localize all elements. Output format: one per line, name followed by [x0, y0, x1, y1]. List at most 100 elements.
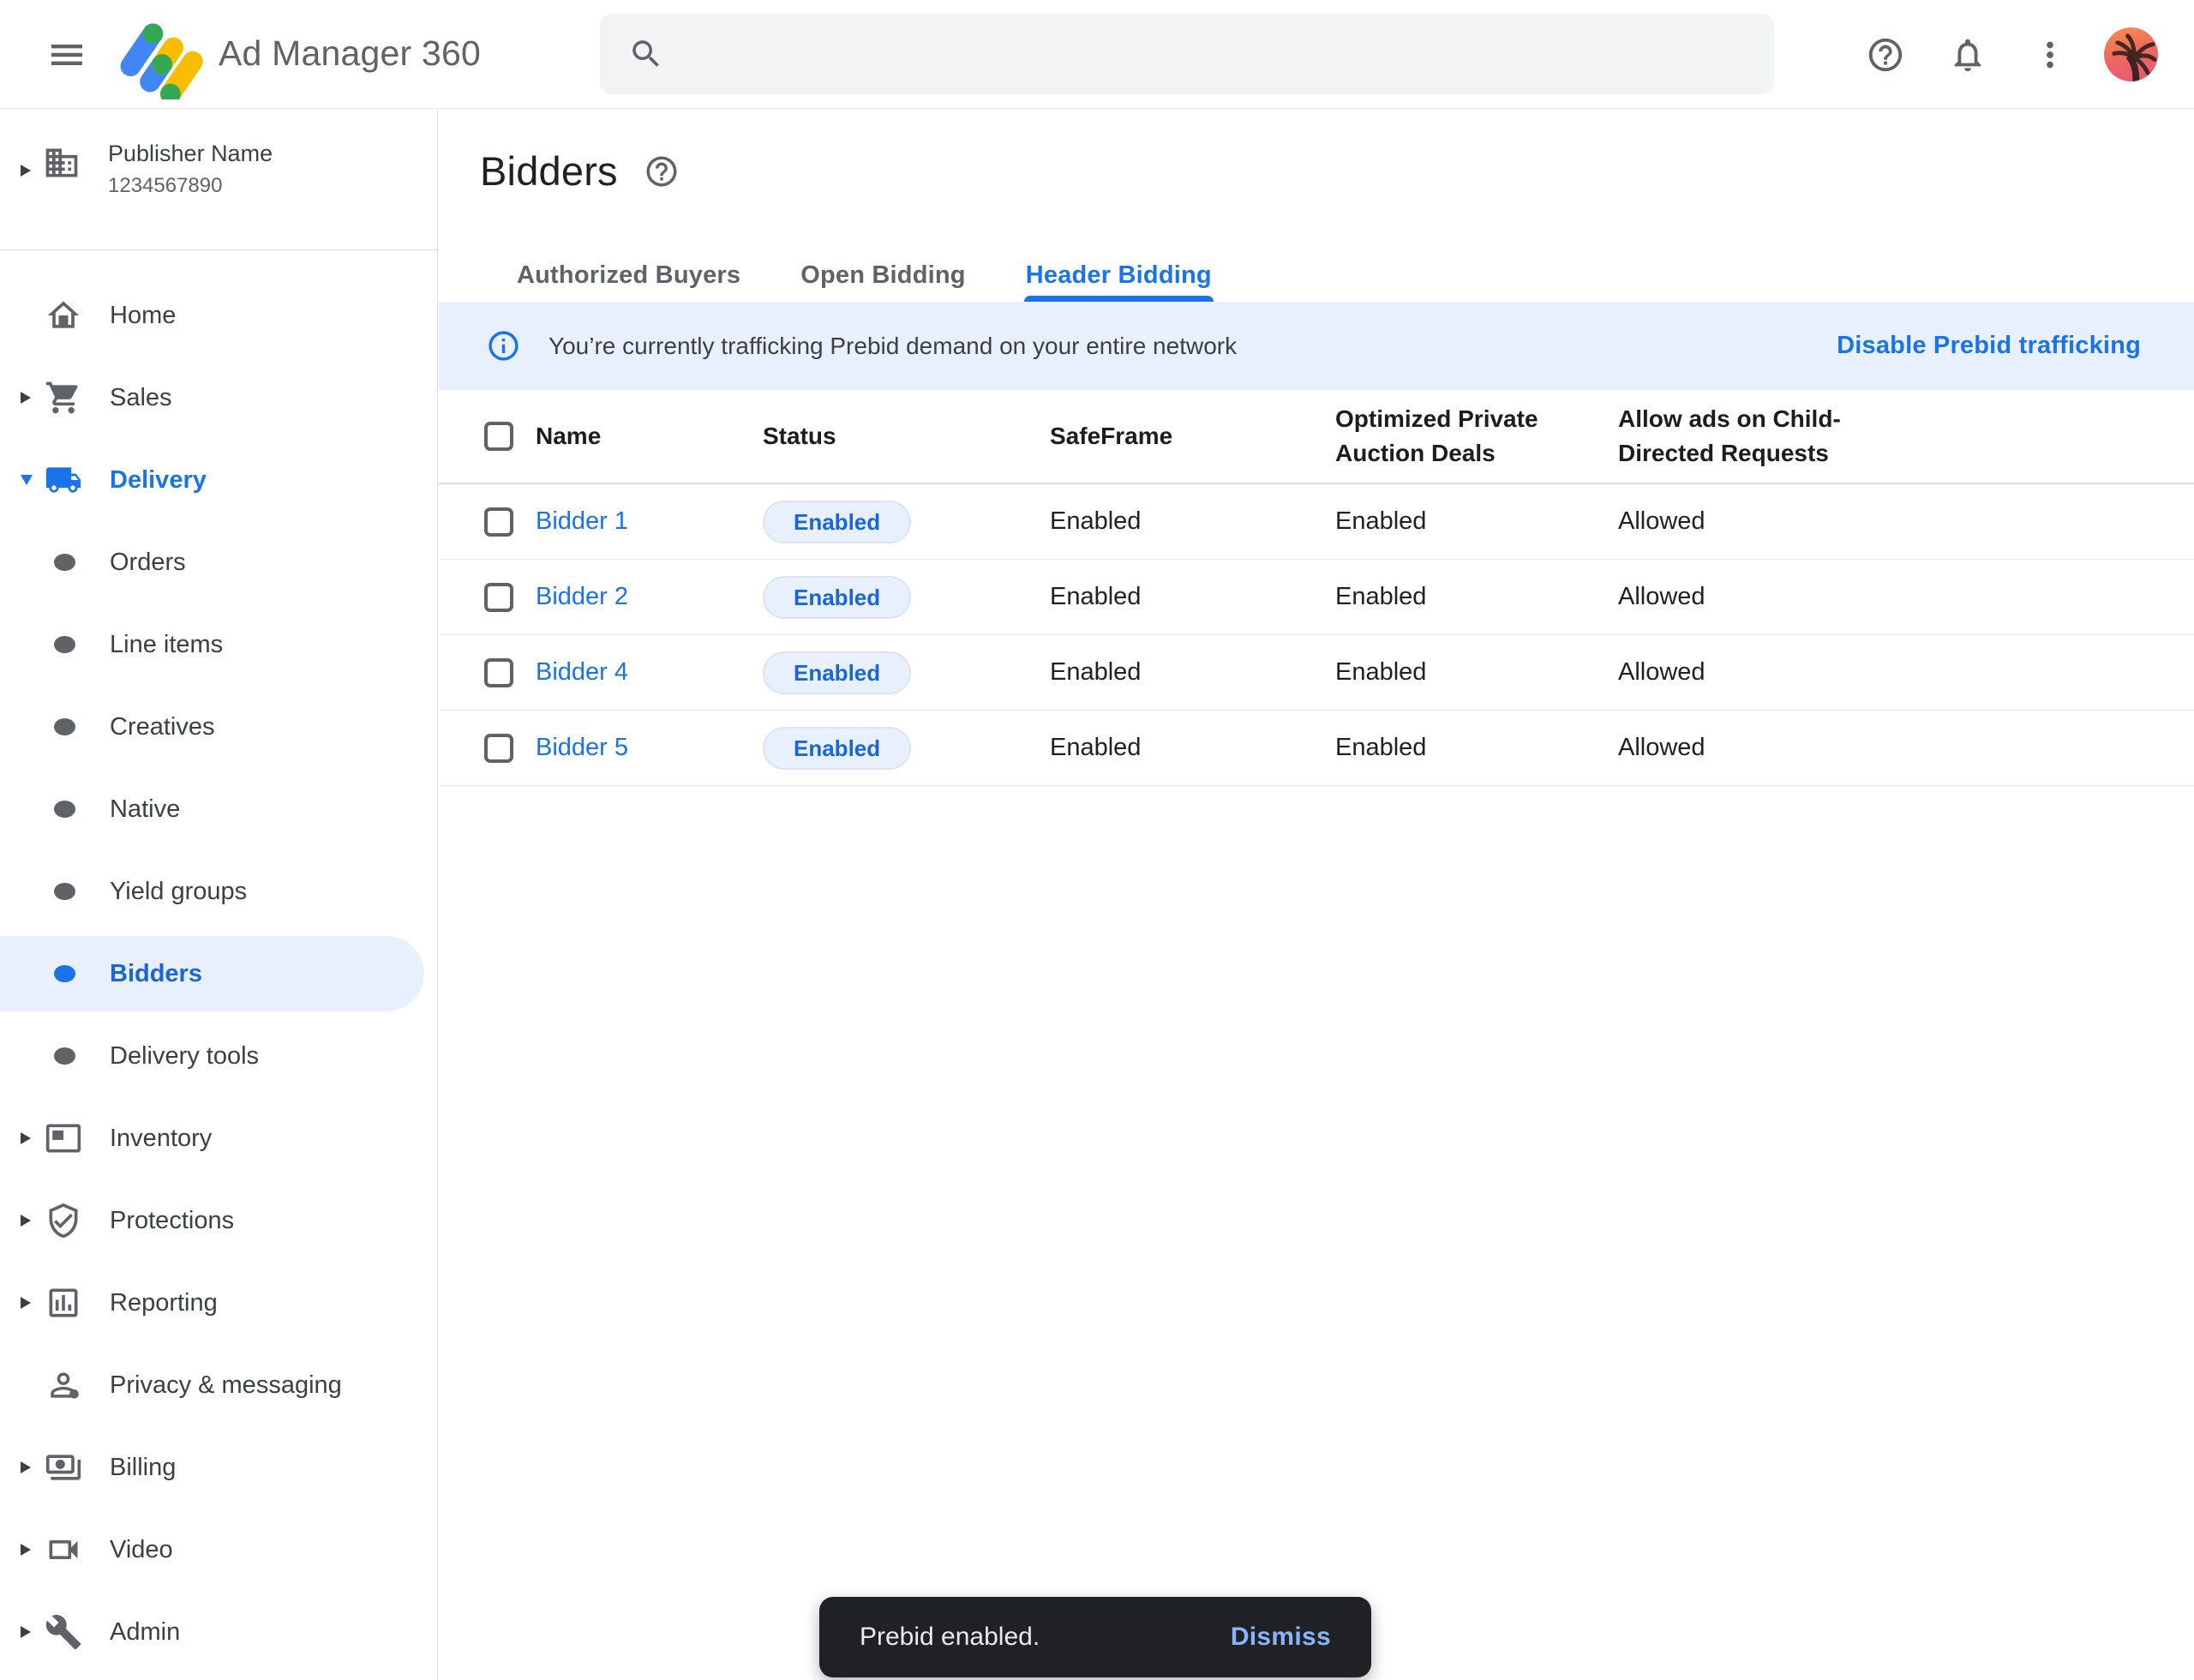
sidebar-item-label: Sales	[110, 384, 172, 412]
sidebar-item-bidders[interactable]: Bidders	[0, 936, 424, 1011]
tab-open-bidding[interactable]: Open Bidding	[799, 249, 968, 302]
sidebar-item-native[interactable]: Native	[0, 768, 437, 850]
tab-authorized-buyers[interactable]: Authorized Buyers	[515, 249, 742, 302]
opad-value: Enabled	[1335, 658, 1618, 687]
opad-value: Enabled	[1335, 734, 1618, 762]
home-icon	[45, 297, 82, 334]
sidebar-item-label: Delivery	[110, 466, 207, 495]
account-avatar[interactable]	[2104, 27, 2158, 81]
child-directed-value: Allowed	[1618, 658, 2194, 687]
building-icon	[43, 144, 81, 182]
sidebar-item-home[interactable]: Home	[0, 274, 437, 357]
select-all-checkbox[interactable]	[484, 422, 513, 451]
sidebar-item-sales[interactable]: Sales	[0, 357, 437, 439]
expand-caret-icon	[21, 1626, 31, 1638]
row-checkbox[interactable]	[484, 583, 513, 612]
expand-caret-icon	[21, 1544, 31, 1556]
sidebar-item-delivery-tools[interactable]: Delivery tools	[0, 1015, 437, 1097]
sidebar-item-admin[interactable]: Admin	[0, 1591, 437, 1673]
search-icon	[628, 36, 664, 72]
more-vert-icon[interactable]	[2030, 35, 2070, 75]
sidebar-item-label: Protections	[110, 1207, 234, 1235]
sidebar-item-creatives[interactable]: Creatives	[0, 686, 437, 768]
bullet-icon	[54, 554, 75, 571]
payments-icon	[45, 1449, 82, 1486]
expand-caret-icon	[21, 165, 31, 177]
dismiss-button[interactable]: Dismiss	[1231, 1623, 1331, 1652]
bidder-link[interactable]: Bidder 5	[536, 734, 628, 761]
sidebar-item-video[interactable]: Video	[0, 1509, 437, 1591]
cart-icon	[45, 379, 82, 417]
table-row: Bidder 1 Enabled Enabled Enabled Allowed	[439, 484, 2194, 560]
bullet-icon	[54, 883, 75, 900]
global-search	[600, 14, 1774, 94]
wrench-icon	[45, 1613, 82, 1651]
app-logo[interactable]: Ad Manager 360	[114, 7, 481, 99]
publisher-switcher[interactable]: Publisher Name 1234567890	[0, 110, 437, 250]
opad-value: Enabled	[1335, 507, 1618, 536]
tab-bar: Authorized Buyers Open Bidding Header Bi…	[515, 249, 1214, 302]
sidebar-item-line-items[interactable]: Line items	[0, 603, 437, 686]
bullet-icon	[54, 801, 75, 818]
bullet-icon	[54, 965, 75, 982]
sidebar-item-delivery[interactable]: Delivery	[0, 439, 437, 521]
sidebar-item-label: Inventory	[110, 1125, 212, 1153]
table-row: Bidder 5 Enabled Enabled Enabled Allowed	[439, 711, 2194, 786]
child-directed-value: Allowed	[1618, 507, 2194, 536]
menu-icon[interactable]	[46, 34, 87, 75]
bidders-table: Name Status SafeFrame Optimized Private …	[439, 390, 2194, 786]
safeframe-value: Enabled	[1050, 507, 1335, 536]
sidebar-item-billing[interactable]: Billing	[0, 1426, 437, 1509]
help-icon[interactable]	[1866, 35, 1905, 75]
expand-caret-icon	[21, 392, 31, 404]
sidebar-item-label: Orders	[110, 549, 186, 577]
sidebar-item-label: Yield groups	[110, 878, 247, 906]
sidebar-item-label: Creatives	[110, 713, 215, 741]
child-directed-value: Allowed	[1618, 734, 2194, 762]
ad-manager-logo-icon	[114, 7, 207, 99]
row-checkbox[interactable]	[484, 658, 513, 687]
sidebar-item-privacy-messaging[interactable]: Privacy & messaging	[0, 1344, 437, 1426]
bullet-icon	[54, 718, 75, 735]
person-badge-icon	[45, 1366, 82, 1404]
search-input[interactable]	[690, 39, 1748, 69]
snackbar-toast: Prebid enabled. Dismiss	[819, 1597, 1371, 1677]
expand-caret-icon	[21, 1215, 31, 1227]
top-app-bar: Ad Manager 360	[0, 0, 2194, 109]
column-header-status: Status	[763, 419, 1050, 453]
disable-prebid-trafficking-link[interactable]: Disable Prebid trafficking	[1837, 332, 2141, 360]
column-header-child-directed: Allow ads on Child-Directed Requests	[1618, 402, 1845, 471]
bidder-link[interactable]: Bidder 4	[536, 658, 628, 686]
sidebar-item-label: Privacy & messaging	[110, 1371, 342, 1400]
sidebar-item-protections[interactable]: Protections	[0, 1179, 437, 1262]
notifications-icon[interactable]	[1948, 35, 1987, 75]
sidebar-item-label: Video	[110, 1536, 173, 1564]
table-row: Bidder 2 Enabled Enabled Enabled Allowed	[439, 560, 2194, 635]
status-badge: Enabled	[763, 651, 911, 694]
shield-check-icon	[45, 1202, 82, 1239]
sidebar-nav: Home Sales Delivery Orders Line items	[0, 250, 437, 1673]
sidebar-item-orders[interactable]: Orders	[0, 521, 437, 603]
bidder-link[interactable]: Bidder 2	[536, 583, 628, 610]
page-help-icon[interactable]	[644, 153, 680, 189]
bar-chart-icon	[45, 1284, 82, 1322]
row-checkbox[interactable]	[484, 507, 513, 537]
toast-message: Prebid enabled.	[860, 1623, 1040, 1652]
main-content: Bidders Authorized Buyers Open Bidding H…	[439, 110, 2194, 1680]
tab-header-bidding[interactable]: Header Bidding	[1024, 249, 1214, 302]
row-checkbox[interactable]	[484, 734, 513, 763]
column-header-optimized-private-auction-deals: Optimized Private Auction Deals	[1335, 402, 1543, 471]
sidebar-item-label: Home	[110, 302, 176, 330]
sidebar-item-reporting[interactable]: Reporting	[0, 1262, 437, 1344]
bidder-link[interactable]: Bidder 1	[536, 507, 628, 535]
page-title: Bidders	[480, 147, 618, 195]
truck-icon	[45, 461, 82, 499]
safeframe-value: Enabled	[1050, 734, 1335, 762]
sidebar-item-yield-groups[interactable]: Yield groups	[0, 850, 437, 933]
app-title: Ad Manager 360	[219, 33, 481, 74]
safeframe-value: Enabled	[1050, 583, 1335, 611]
sidebar-item-inventory[interactable]: Inventory	[0, 1097, 437, 1179]
sidebar: Publisher Name 1234567890 Home Sales Del…	[0, 110, 438, 1680]
safeframe-value: Enabled	[1050, 658, 1335, 687]
sidebar-item-label: Native	[110, 795, 180, 824]
